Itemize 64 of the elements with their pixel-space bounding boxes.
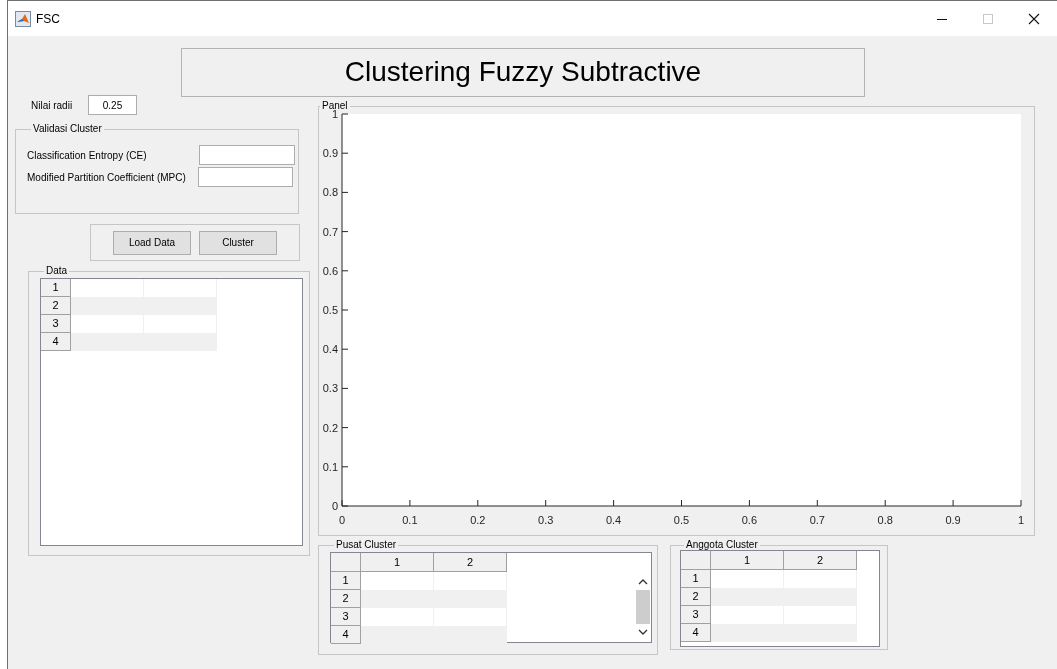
group-title: Validasi Cluster [32,124,103,134]
row-header[interactable]: 1 [41,279,71,297]
group-title: Anggota Cluster [685,540,759,550]
corner-cell [681,551,711,570]
input-field[interactable] [199,145,295,165]
tick-label: 0.5 [322,304,338,316]
row-header[interactable]: 2 [41,297,71,315]
row-header[interactable]: 3 [41,315,71,333]
tick-label: 0.3 [538,514,554,526]
table-cell[interactable] [711,588,784,606]
tick-label: 1 [331,108,338,120]
tick-label: 0.8 [877,514,893,526]
row-header[interactable]: 1 [331,572,361,590]
header-title: Clustering Fuzzy Subtractive [181,48,865,97]
row-header[interactable]: 4 [331,626,361,644]
row-header[interactable]: 3 [681,606,711,624]
scroll-up-icon [638,577,648,586]
tick-label: 0.4 [605,514,622,526]
row-header[interactable]: 4 [41,333,71,351]
input-field[interactable] [198,167,293,187]
table-cell[interactable] [71,297,144,315]
column-header[interactable]: 2 [434,553,507,572]
tick-label: 0.2 [470,514,486,526]
tick-label: 0.7 [809,514,825,526]
radius-field[interactable]: 0.25 [88,95,137,115]
action-button[interactable]: Load Data [113,230,191,255]
tick-label: 1 [1017,514,1025,526]
tick-label: 0 [331,500,338,512]
tick-label: 0.4 [322,343,338,356]
scroll-thumb[interactable] [636,589,650,624]
scroll-down-icon [638,627,648,636]
table-cell[interactable] [711,624,784,642]
tick-label: 0.9 [945,514,961,526]
corner-cell [331,553,361,572]
row-header[interactable]: 2 [681,588,711,606]
window-title: FSC [36,11,60,26]
field-label: Modified Partition Coefficient (MPC) [27,171,186,183]
radius-label: Nilai radii [31,99,74,111]
group-title: Pusat Cluster [335,540,398,550]
action-button[interactable]: Cluster [199,230,277,255]
row-header[interactable]: 4 [681,624,711,642]
app-icon [15,10,31,27]
tick-label: 0.8 [322,186,338,199]
group-title: Panel [321,101,349,111]
row-header[interactable]: 1 [681,570,711,588]
tick-label: 0.6 [741,514,758,526]
row-header[interactable]: 2 [331,590,361,608]
column-header[interactable]: 2 [784,551,857,570]
column-header[interactable]: 1 [711,551,784,570]
tick-label: 0.3 [322,382,338,395]
table-cell[interactable] [361,590,434,608]
row-header[interactable]: 3 [331,608,361,626]
tick-label: 0.5 [673,514,690,526]
tick-label: 0.9 [322,147,338,160]
field-label: Classification Entropy (CE) [27,149,147,161]
tick-label: 0.7 [322,225,338,238]
table-cell[interactable] [71,333,144,351]
tick-label: 0.1 [402,514,418,526]
tick-label: 0.6 [322,264,338,277]
tick-label: 0.2 [322,421,338,434]
tick-label: 0 [338,514,346,526]
column-header[interactable]: 1 [361,553,434,572]
tick-label: 0.1 [322,460,338,473]
group-title: Data [45,266,69,276]
